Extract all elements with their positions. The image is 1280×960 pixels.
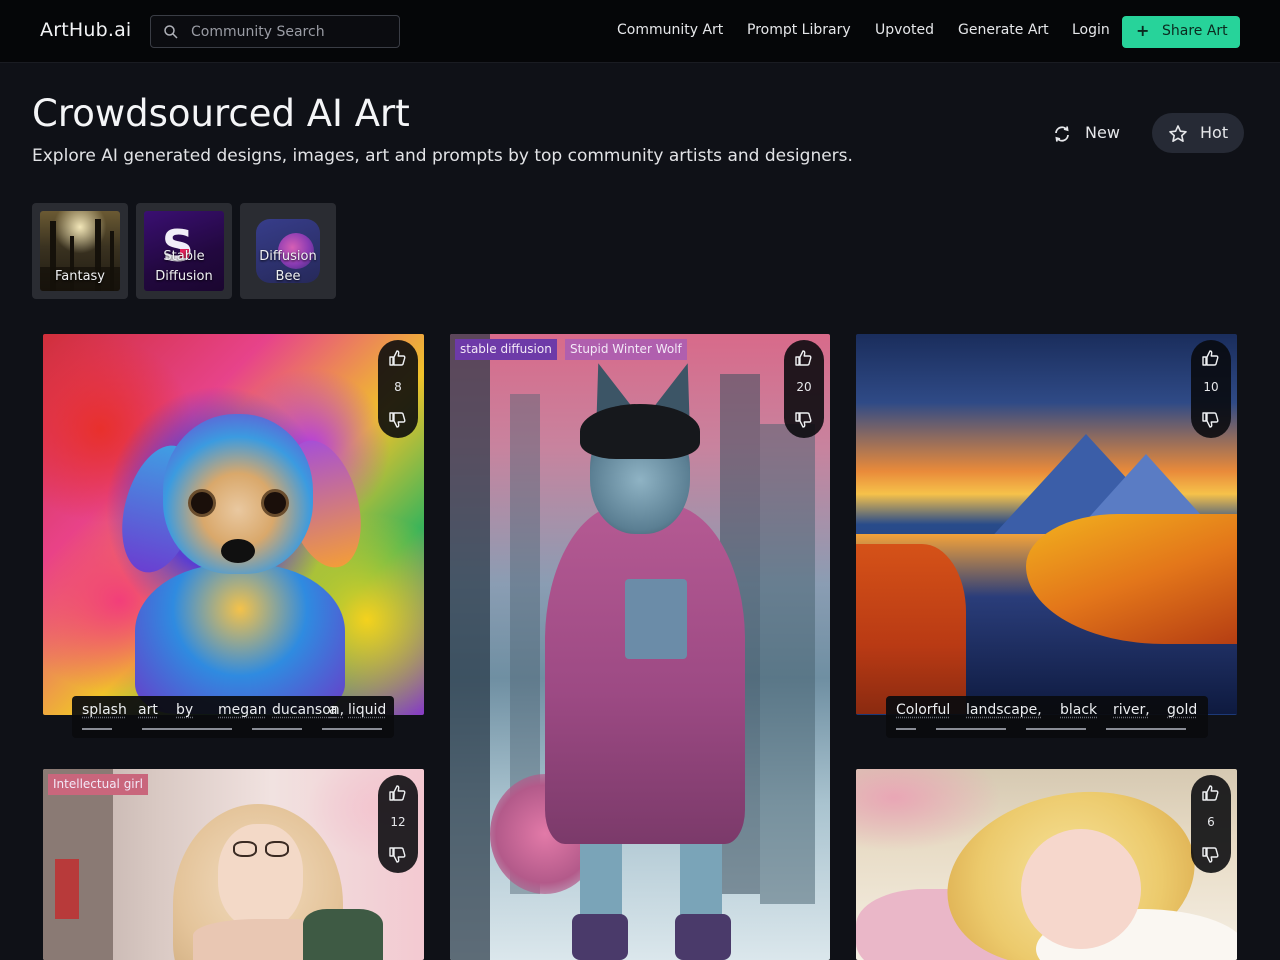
thumbs-up-icon[interactable]: [388, 783, 408, 803]
vote-count: 12: [390, 815, 406, 829]
category-label: Stable Diffusion: [155, 249, 213, 284]
vote-count: 8: [394, 380, 402, 394]
thumbs-down-icon[interactable]: [388, 410, 408, 430]
art-card[interactable]: stable diffusion Stupid Winter Wolf 20: [450, 334, 830, 960]
refresh-icon: [1055, 126, 1069, 142]
search-input[interactable]: [191, 16, 391, 47]
tag-badge[interactable]: Intellectual girl: [48, 774, 148, 795]
art-card[interactable]: 10: [856, 334, 1237, 715]
thumbs-down-icon[interactable]: [1201, 845, 1221, 865]
nav-link-prompt-library[interactable]: Prompt Library: [747, 22, 851, 38]
art-image-intellectual-girl: [43, 769, 424, 960]
thumbs-down-icon[interactable]: [794, 410, 814, 430]
vote-widget: 10: [1191, 340, 1231, 438]
sort-new-label: New: [1085, 123, 1120, 142]
sort-hot-button[interactable]: Hot: [1152, 113, 1244, 153]
thumbs-down-icon[interactable]: [388, 845, 408, 865]
nav-link-upvoted[interactable]: Upvoted: [875, 22, 934, 38]
vote-count: 10: [1203, 380, 1219, 394]
art-image-winter-wolf: [450, 334, 830, 960]
thumbs-down-icon[interactable]: [1201, 410, 1221, 430]
share-art-label: Share Art: [1162, 23, 1228, 39]
vote-count: 6: [1207, 815, 1215, 829]
star-icon: [1169, 125, 1187, 143]
thumbs-up-icon[interactable]: [794, 348, 814, 368]
vote-count: 20: [796, 380, 812, 394]
sort-hot-label: Hot: [1200, 123, 1229, 142]
art-image-sleeping-woman: [856, 769, 1237, 960]
tag-badge[interactable]: stable diffusion: [455, 339, 557, 360]
vote-widget: 12: [378, 775, 418, 873]
plus-icon: +: [1136, 21, 1150, 40]
prompt-caption[interactable]: splash art by megan ducanson, a liquid: [72, 696, 394, 738]
art-card[interactable]: 8: [43, 334, 424, 715]
art-image-landscape: [856, 334, 1237, 715]
category-label: Fantasy: [54, 269, 106, 284]
page-subtitle: Explore AI generated designs, images, ar…: [32, 146, 853, 166]
art-image-puppy: [43, 334, 424, 715]
category-fantasy[interactable]: Fantasy: [32, 203, 128, 299]
category-label: Diffusion Bee: [259, 249, 317, 284]
brand-logo[interactable]: ArtHub.ai: [40, 19, 131, 41]
top-navigation-bar: ArtHub.ai Community Art Prompt Library U…: [0, 0, 1280, 63]
sort-new-button[interactable]: New: [1038, 113, 1138, 153]
category-stable-diffusion[interactable]: S Stable Diffusion: [136, 203, 232, 299]
share-art-button[interactable]: + Share Art: [1122, 16, 1240, 48]
vote-widget: 8: [378, 340, 418, 438]
nav-link-login[interactable]: Login: [1072, 22, 1110, 38]
tag-badge[interactable]: Stupid Winter Wolf: [565, 339, 687, 360]
search-icon: [164, 25, 178, 39]
page-title: Crowdsourced AI Art: [32, 92, 410, 135]
art-card[interactable]: Intellectual girl 12: [43, 769, 424, 960]
art-card[interactable]: 6: [856, 769, 1237, 960]
thumbs-up-icon[interactable]: [1201, 783, 1221, 803]
prompt-caption[interactable]: Colorful landscape, black river, gold: [886, 696, 1208, 738]
thumbs-up-icon[interactable]: [388, 348, 408, 368]
vote-widget: 20: [784, 340, 824, 438]
nav-link-community-art[interactable]: Community Art: [617, 22, 723, 38]
thumbs-up-icon[interactable]: [1201, 348, 1221, 368]
nav-link-generate-art[interactable]: Generate Art: [958, 22, 1049, 38]
search-box[interactable]: [150, 15, 400, 48]
vote-widget: 6: [1191, 775, 1231, 873]
category-diffusion-bee[interactable]: Diffusion Bee: [240, 203, 336, 299]
